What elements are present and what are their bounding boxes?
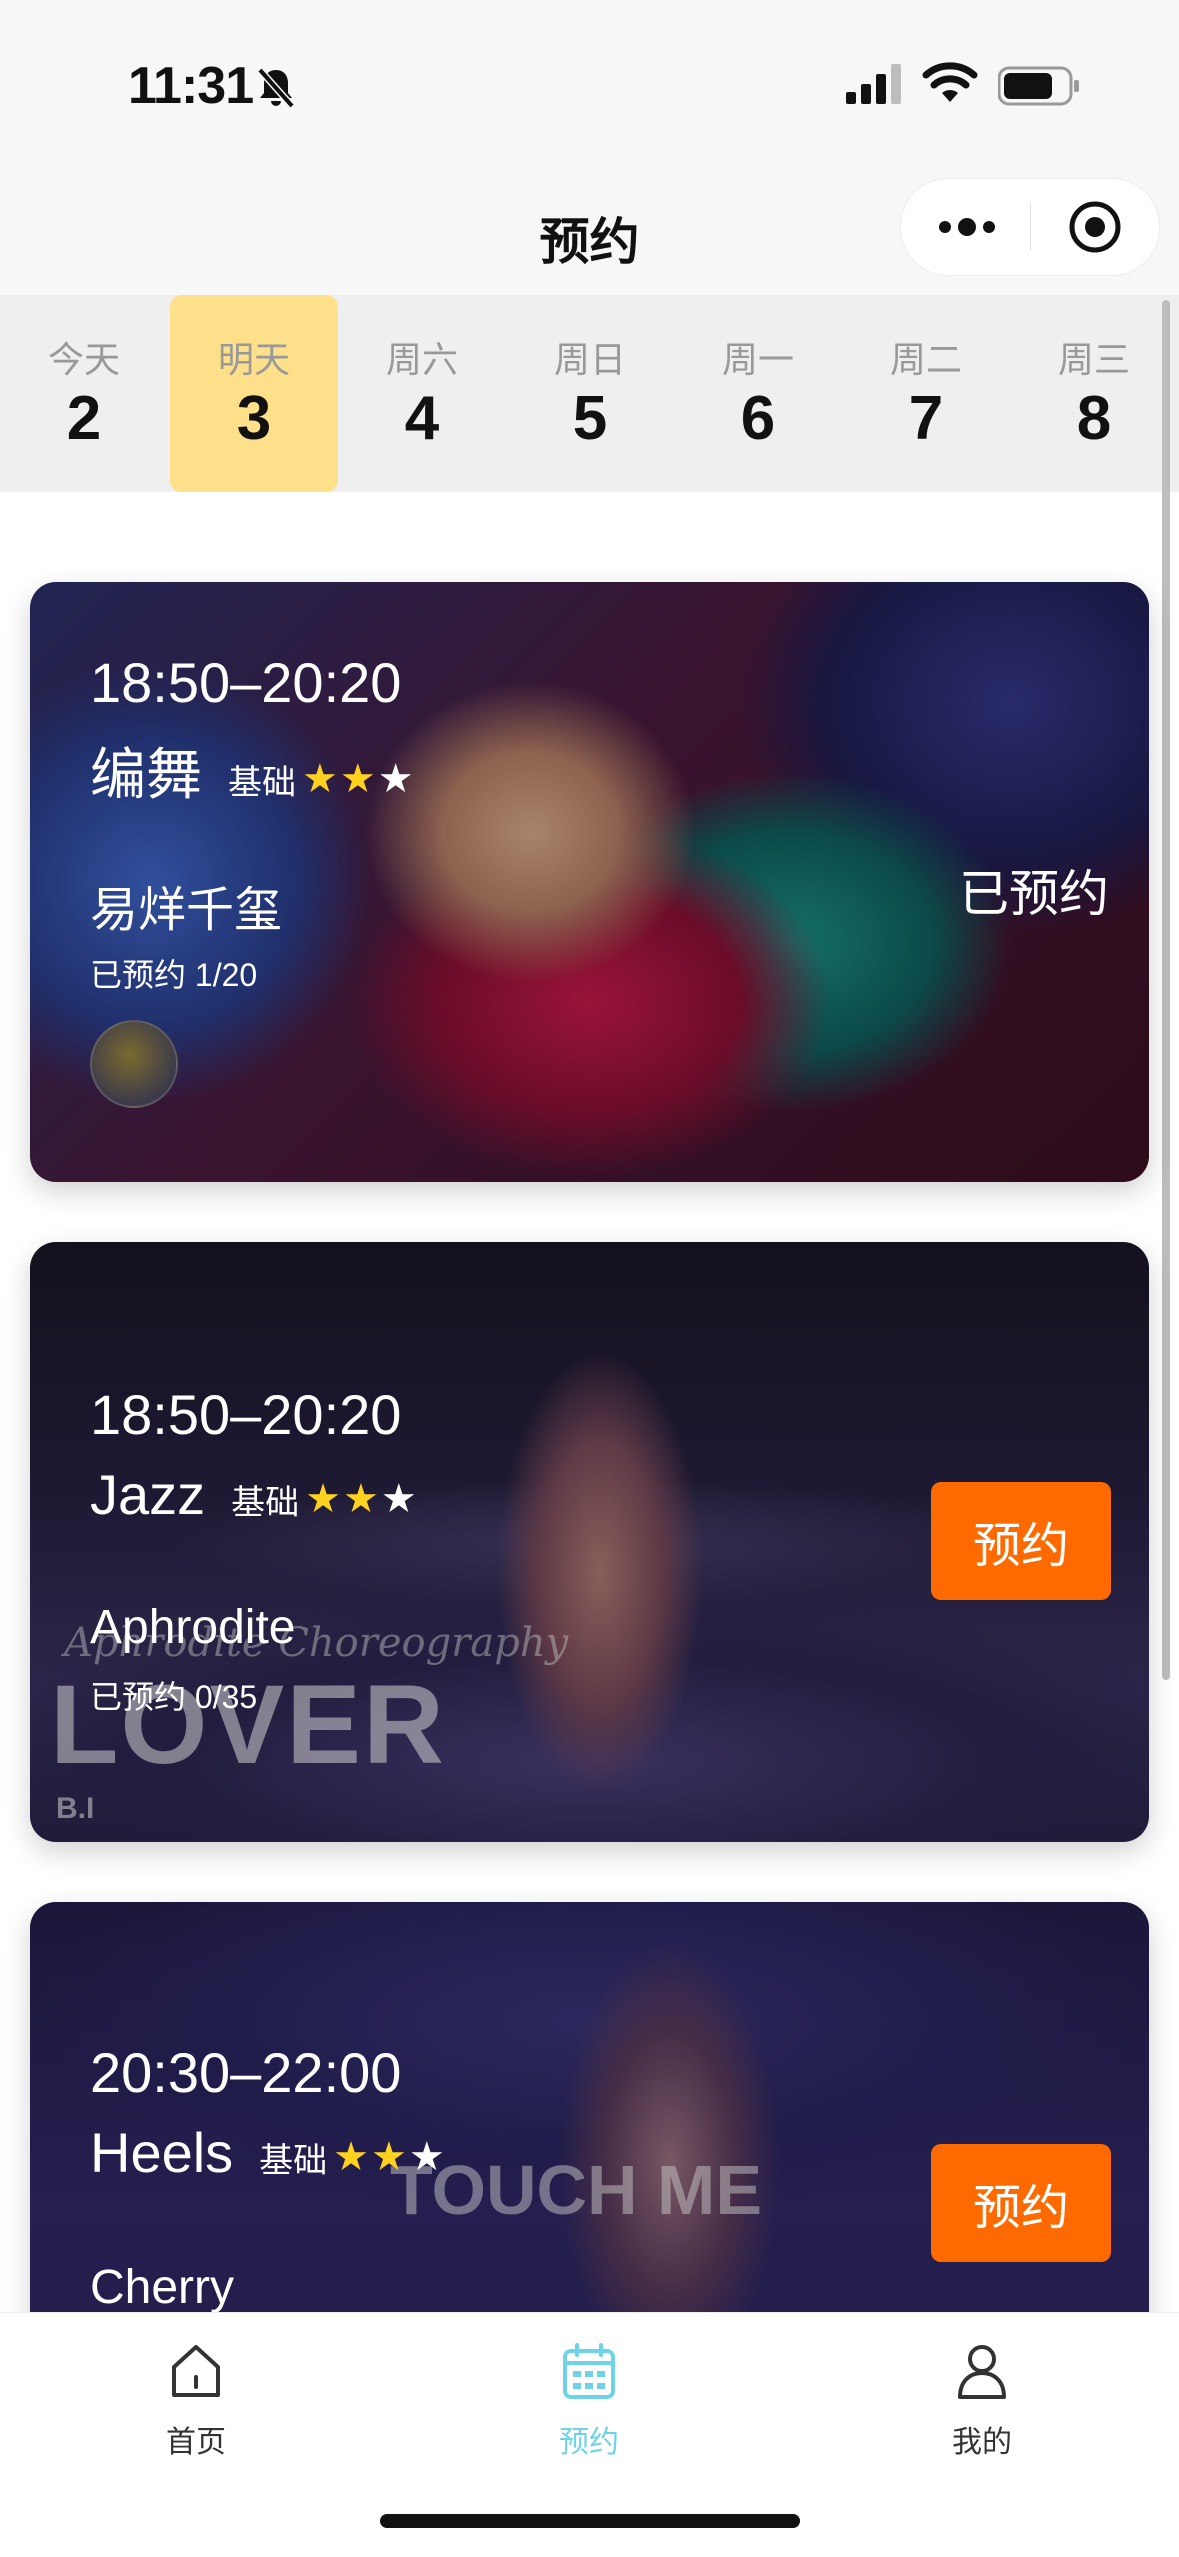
tab-home[interactable]: 首页	[96, 2313, 296, 2493]
calendar-icon	[563, 2343, 615, 2399]
class-title-row: Heels 基础 ★★★	[90, 2120, 447, 2185]
bell-muted-icon	[257, 67, 295, 109]
mini-program-capsule	[900, 178, 1160, 276]
class-level: 基础	[259, 2141, 328, 2180]
difficulty-stars-icon: ★★★	[302, 757, 416, 801]
close-mini-program-icon[interactable]	[1067, 199, 1123, 255]
date-day: 2	[66, 384, 102, 453]
home-icon	[172, 2345, 220, 2397]
book-button[interactable]: 预约	[931, 1482, 1111, 1600]
class-card[interactable]: 18:50–20:20 编舞 基础 ★★★ 易烊千玺 已预约 1/20 已预约	[30, 582, 1149, 1182]
date-weekday: 周六	[385, 339, 458, 380]
booking-count: 已预约 0/35	[90, 1679, 258, 1715]
class-time: 18:50–20:20	[90, 651, 402, 714]
teacher-name: Cherry	[90, 2261, 235, 2314]
class-level: 基础	[228, 763, 296, 802]
date-tab-mon[interactable]: 周一 6	[674, 295, 842, 492]
tab-label: 我的	[952, 2426, 1012, 2459]
tab-label: 预约	[559, 2426, 619, 2459]
date-tab-wed[interactable]: 周三 8	[1010, 295, 1178, 492]
date-day: 5	[572, 384, 608, 453]
class-title-row: 编舞 基础 ★★★	[90, 730, 416, 811]
difficulty-stars-icon: ★★★	[333, 2135, 447, 2179]
date-tab-sun[interactable]: 周日 5	[506, 295, 674, 492]
date-tab-sat[interactable]: 周六 4	[338, 295, 506, 492]
more-options-icon[interactable]	[937, 209, 997, 245]
cellular-signal-icon	[846, 64, 901, 104]
cover-watermark-small: B.I	[56, 1792, 95, 1825]
booked-status: 已预约	[959, 866, 1109, 922]
date-weekday: 明天	[217, 339, 290, 380]
date-day: 4	[404, 384, 440, 453]
date-weekday: 周三	[1057, 339, 1130, 380]
booking-count: 已预约 1/20	[90, 957, 258, 993]
class-name: Heels	[90, 2121, 234, 2184]
status-bar: 11:31	[0, 0, 1179, 170]
class-time: 18:50–20:20	[90, 1383, 402, 1446]
tab-mine[interactable]: 我的	[882, 2313, 1082, 2493]
home-indicator[interactable]	[380, 2514, 800, 2528]
star-filled: ★★	[333, 2135, 409, 2180]
date-selector: 今天 2 明天 3 周六 4 周日 5 周一 6 周二 7 周三 8	[0, 295, 1179, 492]
date-tab-tomorrow[interactable]: 明天 3	[170, 295, 338, 492]
capsule-divider	[1030, 203, 1031, 251]
date-weekday: 今天	[47, 339, 120, 380]
date-tab-today[interactable]: 今天 2	[0, 295, 168, 492]
nav-bar: 预约	[0, 170, 1179, 295]
class-time: 20:30–22:00	[90, 2041, 402, 2104]
battery-icon	[998, 66, 1079, 106]
tab-booking[interactable]: 预约	[489, 2313, 689, 2493]
wifi-icon	[922, 62, 978, 102]
book-button[interactable]: 预约	[931, 2144, 1111, 2262]
date-day: 3	[236, 384, 272, 453]
class-name: 编舞	[90, 743, 202, 806]
class-name: Jazz	[90, 1463, 206, 1526]
tab-label: 首页	[166, 2426, 226, 2459]
class-level: 基础	[231, 1483, 300, 1522]
user-icon	[958, 2345, 1006, 2399]
date-day: 6	[740, 384, 776, 453]
date-weekday: 周二	[889, 339, 962, 380]
teacher-name: 易烊千玺	[90, 884, 283, 937]
status-time: 11:31	[128, 57, 254, 115]
scrollbar[interactable]	[1162, 300, 1170, 1680]
date-weekday: 周一	[721, 339, 794, 380]
star-empty: ★	[377, 757, 416, 802]
date-weekday: 周日	[553, 339, 626, 380]
date-tab-tue[interactable]: 周二 7	[842, 295, 1010, 492]
star-empty: ★	[408, 2135, 447, 2180]
difficulty-stars-icon: ★★★	[305, 1477, 419, 1521]
class-card[interactable]: Aphrodite Choreography LOVER B.I 18:50–2…	[30, 1242, 1149, 1842]
teacher-name: Aphrodite	[90, 1601, 296, 1654]
star-filled: ★★	[302, 757, 378, 802]
star-filled: ★★	[305, 1477, 381, 1522]
star-empty: ★	[380, 1477, 419, 1522]
teacher-avatar	[90, 1020, 178, 1108]
date-day: 7	[908, 384, 944, 453]
class-title-row: Jazz 基础 ★★★	[90, 1462, 419, 1527]
date-day: 8	[1076, 384, 1112, 453]
